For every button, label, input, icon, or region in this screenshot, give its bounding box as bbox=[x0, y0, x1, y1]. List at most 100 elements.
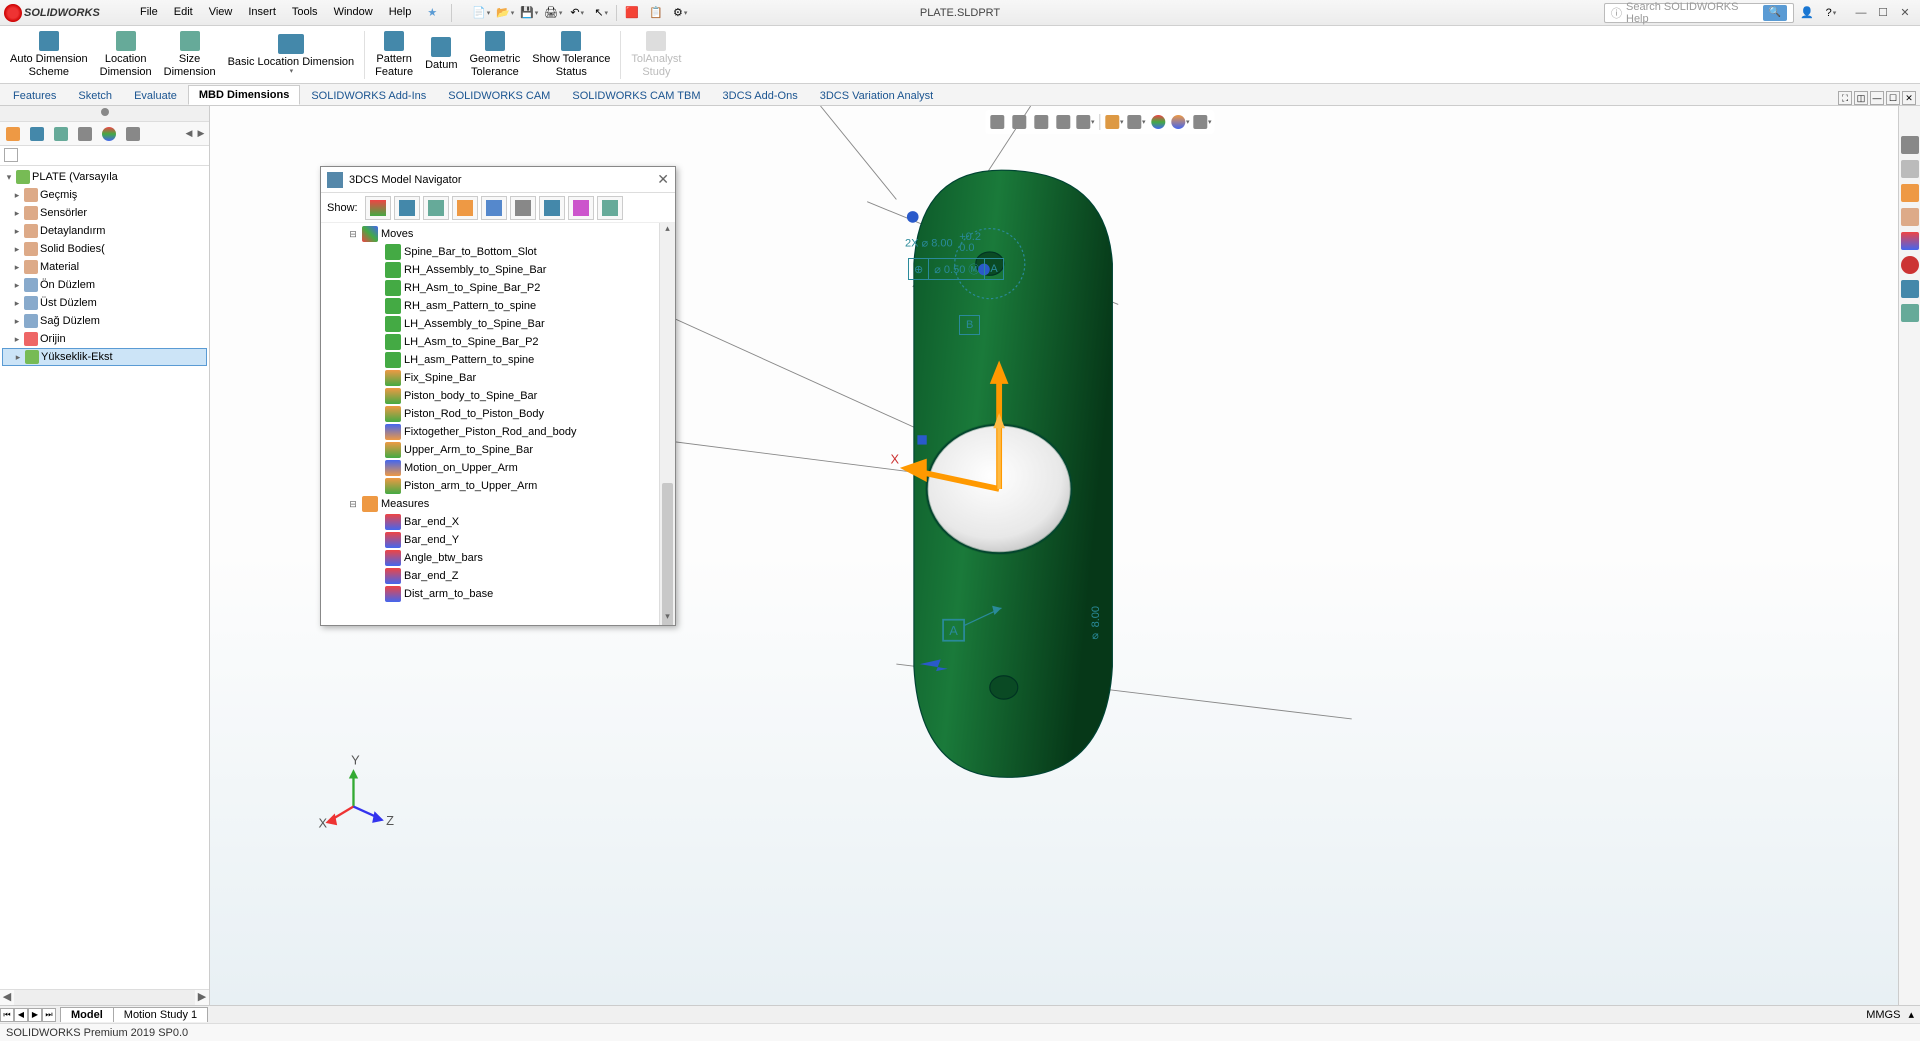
qat-rebuild[interactable]: 🟥 bbox=[621, 2, 643, 24]
hscroll-track[interactable] bbox=[14, 990, 195, 1005]
qat-undo[interactable]: ↶▾ bbox=[566, 2, 588, 24]
taskpane-design-library[interactable] bbox=[1901, 184, 1919, 202]
bottom-tab-motion-study[interactable]: Motion Study 1 bbox=[113, 1007, 208, 1022]
ribbon-location-dimension[interactable]: Location Dimension bbox=[94, 28, 158, 82]
tab-solidworks-cam-tbm[interactable]: SOLIDWORKS CAM TBM bbox=[561, 86, 711, 105]
user-icon[interactable]: 👤 bbox=[1796, 2, 1818, 24]
nav-group-measures[interactable]: ⊟ Measures bbox=[325, 495, 671, 513]
nav-measure-item[interactable]: Angle_btw_bars bbox=[325, 549, 671, 567]
qat-open[interactable]: 📂▾ bbox=[494, 2, 516, 24]
navigator-tree[interactable]: ⊟ Moves Spine_Bar_to_Bottom_SlotRH_Assem… bbox=[321, 223, 675, 625]
panel-pin[interactable] bbox=[101, 108, 109, 116]
nav-show-7[interactable] bbox=[539, 196, 565, 220]
bt-last[interactable]: ⏭ bbox=[42, 1008, 56, 1022]
nav-show-1[interactable] bbox=[365, 196, 391, 220]
menu-edit[interactable]: Edit bbox=[166, 2, 201, 23]
nav-move-item[interactable]: Motion_on_Upper_Arm bbox=[325, 459, 671, 477]
help-icon[interactable]: ?▾ bbox=[1820, 2, 1842, 24]
menu-tools[interactable]: Tools bbox=[284, 2, 326, 23]
tree-item[interactable]: ▸Sensörler bbox=[2, 204, 207, 222]
hscroll-right[interactable]: ▶ bbox=[195, 990, 209, 1005]
nav-move-item[interactable]: Fixtogether_Piston_Rod_and_body bbox=[325, 423, 671, 441]
tree-item[interactable]: ▸Üst Düzlem bbox=[2, 294, 207, 312]
navigator-scrollbar[interactable]: ▴▾ bbox=[659, 223, 675, 625]
3dcs-model-navigator-dialog[interactable]: 3DCS Model Navigator ✕ Show: ⊟ Moves bbox=[320, 166, 676, 626]
viewport-split[interactable]: ◫ bbox=[1854, 91, 1868, 105]
tree-item[interactable]: ▸Yükseklik-Ekst bbox=[2, 348, 207, 366]
nav-show-5[interactable] bbox=[481, 196, 507, 220]
menu-pin[interactable]: ★ bbox=[419, 2, 445, 23]
nav-move-item[interactable]: Piston_Rod_to_Piston_Body bbox=[325, 405, 671, 423]
menu-file[interactable]: File bbox=[132, 2, 166, 23]
nav-move-item[interactable]: LH_asm_Pattern_to_spine bbox=[325, 351, 671, 369]
ribbon-basic-location-dimension[interactable]: Basic Location Dimension▾ bbox=[222, 28, 361, 82]
taskpane-appearances[interactable] bbox=[1901, 256, 1919, 274]
taskpane-forum[interactable] bbox=[1901, 304, 1919, 322]
viewport-minimize[interactable]: — bbox=[1870, 91, 1884, 105]
hscroll-left[interactable]: ◀ bbox=[0, 990, 14, 1005]
viewport-close[interactable]: ✕ bbox=[1902, 91, 1916, 105]
nav-move-item[interactable]: Fix_Spine_Bar bbox=[325, 369, 671, 387]
tree-item[interactable]: ▸Geçmiş bbox=[2, 186, 207, 204]
fm-scroll-left[interactable]: ◀ bbox=[183, 128, 195, 139]
tree-item[interactable]: ▸Solid Bodies( bbox=[2, 240, 207, 258]
bottom-tab-model[interactable]: Model bbox=[60, 1007, 114, 1022]
viewport-maximize[interactable]: ☐ bbox=[1886, 91, 1900, 105]
ribbon-auto-dimension-scheme[interactable]: Auto Dimension Scheme bbox=[4, 28, 94, 82]
qat-options2[interactable]: ⚙▾ bbox=[669, 2, 691, 24]
bt-next[interactable]: ▶ bbox=[28, 1008, 42, 1022]
tab-solidworks-cam[interactable]: SOLIDWORKS CAM bbox=[437, 86, 561, 105]
nav-move-item[interactable]: Piston_body_to_Spine_Bar bbox=[325, 387, 671, 405]
fm-tab-6[interactable] bbox=[122, 124, 144, 144]
taskpane-view-palette[interactable] bbox=[1901, 232, 1919, 250]
nav-move-item[interactable]: Upper_Arm_to_Spine_Bar bbox=[325, 441, 671, 459]
nav-measure-item[interactable]: Bar_end_Y bbox=[325, 531, 671, 549]
graphics-viewport[interactable]: ▾ ▾ ▾ ▾ ▾ bbox=[210, 106, 1898, 1005]
ribbon-geometric-tolerance[interactable]: Geometric Tolerance bbox=[464, 28, 527, 82]
tree-item[interactable]: ▸Detaylandırm bbox=[2, 222, 207, 240]
nav-show-9[interactable] bbox=[597, 196, 623, 220]
taskpane-file-explorer[interactable] bbox=[1901, 208, 1919, 226]
tree-root[interactable]: ▾PLATE (Varsayıla bbox=[2, 168, 207, 186]
nav-move-item[interactable]: RH_Assembly_to_Spine_Bar bbox=[325, 261, 671, 279]
nav-show-6[interactable] bbox=[510, 196, 536, 220]
navigator-titlebar[interactable]: 3DCS Model Navigator ✕ bbox=[321, 167, 675, 193]
nav-show-8[interactable] bbox=[568, 196, 594, 220]
status-expand[interactable]: ▴ bbox=[1908, 1008, 1914, 1021]
menu-view[interactable]: View bbox=[201, 2, 241, 23]
qat-print[interactable]: 🖨▾ bbox=[542, 2, 564, 24]
tab-3dcs-addons[interactable]: 3DCS Add-Ons bbox=[712, 86, 809, 105]
feature-tree[interactable]: ▾PLATE (Varsayıla ▸Geçmiş▸Sensörler▸Deta… bbox=[0, 166, 209, 989]
help-search[interactable]: ⓘ Search SOLIDWORKS Help 🔍 bbox=[1604, 3, 1794, 23]
nav-measure-item[interactable]: Dist_arm_to_base bbox=[325, 585, 671, 603]
tab-3dcs-variation-analyst[interactable]: 3DCS Variation Analyst bbox=[809, 86, 945, 105]
qat-select[interactable]: ↖▾ bbox=[590, 2, 612, 24]
qat-save[interactable]: 💾▾ bbox=[518, 2, 540, 24]
tab-evaluate[interactable]: Evaluate bbox=[123, 86, 188, 105]
nav-move-item[interactable]: Spine_Bar_to_Bottom_Slot bbox=[325, 243, 671, 261]
taskpane-custom-props[interactable] bbox=[1901, 280, 1919, 298]
tab-features[interactable]: Features bbox=[2, 86, 67, 105]
fm-filter[interactable] bbox=[4, 148, 18, 162]
tab-solidworks-addins[interactable]: SOLIDWORKS Add-Ins bbox=[300, 86, 437, 105]
nav-move-item[interactable]: LH_Asm_to_Spine_Bar_P2 bbox=[325, 333, 671, 351]
nav-move-item[interactable]: Piston_arm_to_Upper_Arm bbox=[325, 477, 671, 495]
ribbon-show-tolerance-status[interactable]: Show Tolerance Status bbox=[526, 28, 616, 82]
callout-right-dim[interactable]: ⌀ 8.00 bbox=[1088, 606, 1103, 643]
nav-measure-item[interactable]: Bar_end_Z bbox=[325, 567, 671, 585]
tab-sketch[interactable]: Sketch bbox=[67, 86, 123, 105]
qat-options1[interactable]: 📋 bbox=[645, 2, 667, 24]
nav-move-item[interactable]: LH_Assembly_to_Spine_Bar bbox=[325, 315, 671, 333]
nav-group-moves[interactable]: ⊟ Moves bbox=[325, 225, 671, 243]
nav-move-item[interactable]: RH_asm_Pattern_to_spine bbox=[325, 297, 671, 315]
units-indicator[interactable]: MMGS bbox=[1866, 1009, 1900, 1021]
menu-window[interactable]: Window bbox=[326, 2, 381, 23]
window-maximize[interactable]: ☐ bbox=[1872, 4, 1894, 22]
bt-prev[interactable]: ◀ bbox=[14, 1008, 28, 1022]
nav-measure-item[interactable]: Bar_end_X bbox=[325, 513, 671, 531]
fm-tab-5[interactable] bbox=[98, 124, 120, 144]
nav-show-2[interactable] bbox=[394, 196, 420, 220]
menu-insert[interactable]: Insert bbox=[240, 2, 284, 23]
taskpane-home[interactable] bbox=[1901, 136, 1919, 154]
tab-mbd-dimensions[interactable]: MBD Dimensions bbox=[188, 85, 300, 105]
